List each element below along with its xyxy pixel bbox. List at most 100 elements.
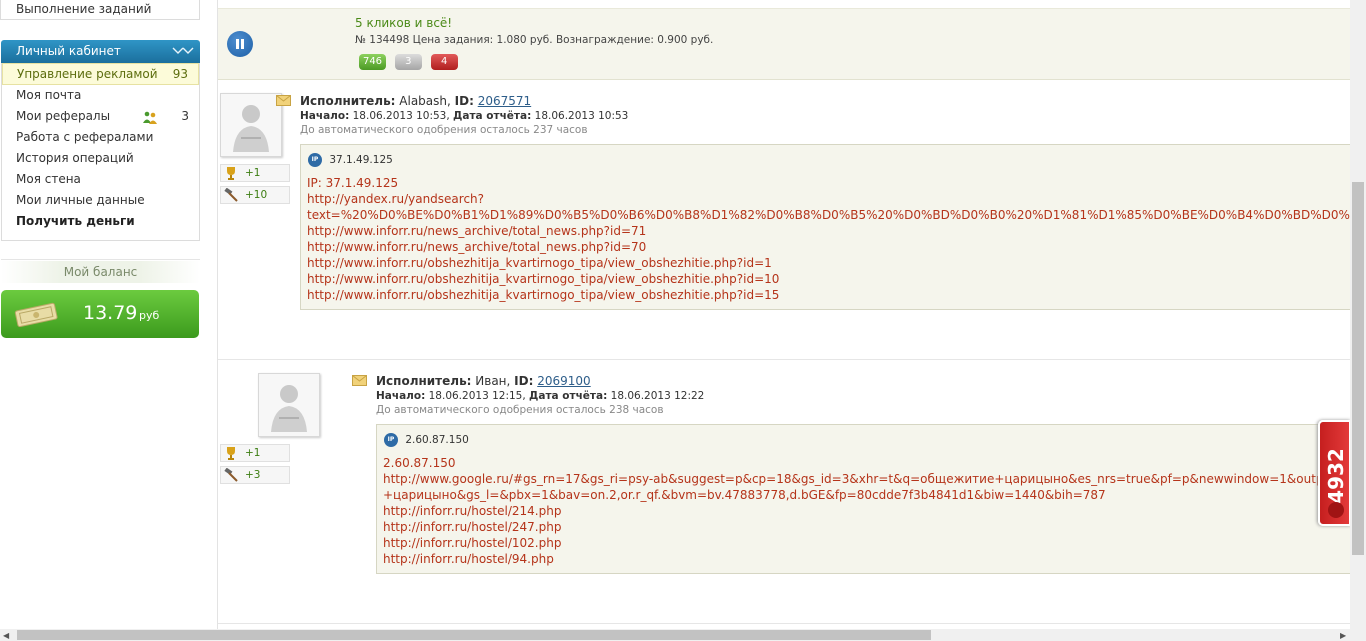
report-info: Исполнитель: Иван, ID: 2069100 Начало: 1… <box>352 374 705 416</box>
report-line: http://inforr.ru/hostel/94.php <box>383 552 554 566</box>
vote-plus[interactable]: +1 <box>220 164 290 182</box>
report-line: http://inforr.ru/hostel/214.php <box>383 504 562 518</box>
report-line: http://www.inforr.ru/obshezhitija_kvarti… <box>307 272 780 286</box>
envelope-icon[interactable] <box>352 375 367 386</box>
report-line: http://inforr.ru/hostel/247.php <box>383 520 562 534</box>
report-card: +1 +3 Исполнитель: Иван, ID: 2069100 Нач… <box>218 370 1350 620</box>
balance-title: Мой баланс <box>1 261 200 283</box>
report-card: +1 +10 Исполнитель: Alabash, ID: 2067571 <box>218 90 1350 360</box>
performer-id-link[interactable]: 2067571 <box>478 94 531 108</box>
scroll-left-icon[interactable]: ◀ <box>3 631 9 640</box>
task-meta: № 134498 Цена задания: 1.080 руб. Вознаг… <box>355 34 714 46</box>
sidebar-item-label: Моя почта <box>16 88 82 102</box>
report-line: 2.60.87.150 <box>383 456 456 470</box>
ip-badge: IP 2.60.87.150 <box>384 433 469 447</box>
id-label: ID: <box>454 94 474 108</box>
side-counter-widget[interactable]: 4932 <box>1318 420 1351 526</box>
report-date-label: Дата отчёта: <box>453 110 532 122</box>
sidebar-item-label: Управление рекламой <box>17 67 158 81</box>
scrollbar-thumb[interactable] <box>17 630 931 640</box>
performer-name: Иван, <box>475 374 511 388</box>
sidebar-item-referral-work[interactable]: Работа с рефералами <box>2 127 199 148</box>
divider <box>218 359 1350 360</box>
scroll-right-icon[interactable]: ▶ <box>1340 631 1346 640</box>
cabinet-menu: Управление рекламой 93 Моя почта Мои реф… <box>1 63 200 241</box>
envelope-icon[interactable] <box>276 95 291 106</box>
task-title: 5 кликов и всё! <box>355 16 453 30</box>
cabinet-title: Личный кабинет <box>16 44 121 58</box>
vote-plus[interactable]: +1 <box>220 444 290 462</box>
vote-value: +3 <box>245 469 261 481</box>
hammer-icon <box>224 467 238 482</box>
ip-address: 37.1.49.125 <box>329 154 393 166</box>
sidebar-item-label: История операций <box>16 151 134 165</box>
performer-label: Исполнитель: <box>300 94 396 108</box>
referrals-people-icon <box>143 110 157 124</box>
sidebar-item-wall[interactable]: Моя стена <box>2 169 199 190</box>
sidebar-item-label: Работа с рефералами <box>16 130 154 144</box>
sidebar: Выполнение заданий Личный кабинет Управл… <box>0 0 205 641</box>
report-line: IP: 37.1.49.125 <box>307 176 399 190</box>
vote-hammer[interactable]: +10 <box>220 186 290 204</box>
id-label: ID: <box>514 374 534 388</box>
sidebar-item-label: Мои рефералы <box>16 109 111 123</box>
report-date-label: Дата отчёта: <box>529 390 608 402</box>
pending-count-badge[interactable]: 3 <box>394 54 422 70</box>
start-label: Начало: <box>300 110 350 122</box>
vertical-scrollbar[interactable] <box>1350 0 1366 629</box>
performer-id-link[interactable]: 2069100 <box>537 374 590 388</box>
cabinet-header[interactable]: Личный кабинет <box>1 40 200 63</box>
pause-icon[interactable] <box>227 31 253 57</box>
balance-box[interactable]: 13.79 руб <box>1 290 199 338</box>
report-line: http://www.inforr.ru/news_archive/total_… <box>307 224 647 238</box>
report-line: http://inforr.ru/hostel/102.php <box>383 536 562 550</box>
report-details: IP 37.1.49.125 IP: 37.1.49.125 http://ya… <box>300 144 1350 310</box>
report-line: http://www.inforr.ru/obshezhitija_kvarti… <box>307 288 780 302</box>
performer-name: Alabash, <box>399 94 451 108</box>
main-content: 5 кликов и всё! № 134498 Цена задания: 1… <box>217 0 1350 629</box>
report-line: http://www.inforr.ru/news_archive/total_… <box>307 240 647 254</box>
report-line: http://www.google.ru/#gs_rn=17&gs_ri=psy… <box>383 472 1350 486</box>
sidebar-item-withdraw[interactable]: Получить деньги <box>2 211 199 232</box>
report-date: 18.06.2013 12:22 <box>610 390 705 402</box>
widget-count: 4932 <box>1324 448 1348 504</box>
ip-icon: IP <box>308 153 322 167</box>
divider <box>218 623 1350 624</box>
task-panel: 5 кликов и всё! № 134498 Цена задания: 1… <box>218 8 1350 80</box>
money-icon <box>13 301 59 328</box>
start-label: Начало: <box>376 390 426 402</box>
avatar[interactable] <box>258 373 320 437</box>
sidebar-item-personal-data[interactable]: Мои личные данные <box>2 190 199 211</box>
vote-value: +1 <box>245 167 261 179</box>
collapse-chevron-icon[interactable] <box>172 42 194 65</box>
start-date: 18.06.2013 10:53, <box>352 110 450 122</box>
report-lines: 2.60.87.150 http://www.google.ru/#gs_rn=… <box>383 455 1350 567</box>
report-line: +царицыно&gs_l=&pbx=1&bav=on.2,or.r_qf.&… <box>383 488 1106 502</box>
scrollbar-thumb[interactable] <box>1352 182 1364 555</box>
horizontal-scrollbar[interactable]: ◀ ▶ <box>0 629 1366 641</box>
report-details: IP 2.60.87.150 2.60.87.150 http://www.go… <box>376 424 1350 574</box>
balance-amount: 13.79 <box>83 302 138 324</box>
sidebar-link-tasks[interactable]: Выполнение заданий <box>0 0 200 20</box>
rejected-count-badge[interactable]: 4 <box>430 54 458 70</box>
auto-approve-note: До автоматического одобрения осталось 23… <box>300 124 588 136</box>
avatar[interactable] <box>220 93 282 157</box>
heart-icon <box>1328 502 1344 518</box>
trophy-icon <box>224 446 238 460</box>
vote-hammer[interactable]: +3 <box>220 466 290 484</box>
divider <box>1 259 200 260</box>
report-date: 18.06.2013 10:53 <box>534 110 629 122</box>
report-line: text=%20%D0%BE%D0%B1%D1%89%D0%B5%D0%B6%D… <box>307 208 1350 222</box>
sidebar-item-history[interactable]: История операций <box>2 148 199 169</box>
start-date: 18.06.2013 12:15, <box>428 390 526 402</box>
balance-currency: руб <box>139 309 160 322</box>
sidebar-item-ads[interactable]: Управление рекламой 93 <box>2 63 199 85</box>
sidebar-item-referrals[interactable]: Мои рефералы 3 <box>2 106 199 127</box>
report-lines: IP: 37.1.49.125 http://yandex.ru/yandsea… <box>307 175 1350 303</box>
sidebar-item-label: Моя стена <box>16 172 81 186</box>
accepted-count-badge[interactable]: 746 <box>359 54 386 70</box>
referrals-count-badge: 3 <box>181 109 189 123</box>
sidebar-item-mail[interactable]: Моя почта <box>2 85 199 106</box>
ads-count-badge: 93 <box>172 67 188 81</box>
ip-badge: IP 37.1.49.125 <box>308 153 393 167</box>
